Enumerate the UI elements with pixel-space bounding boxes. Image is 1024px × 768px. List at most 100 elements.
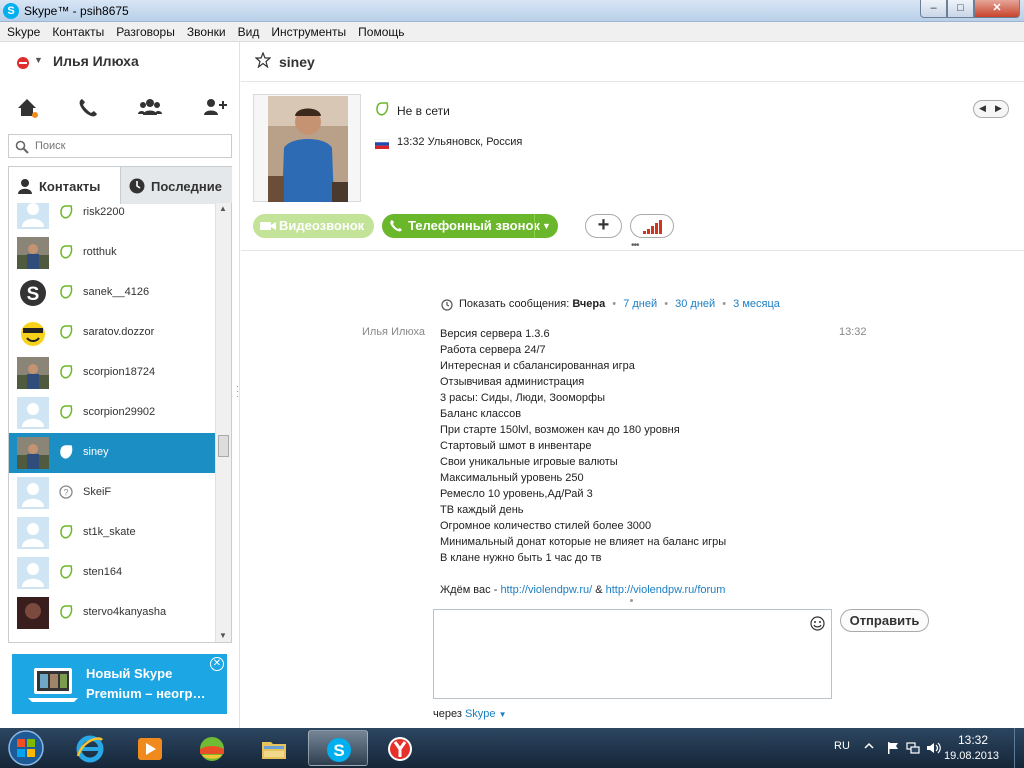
call-quality-button[interactable] [630, 214, 674, 238]
call-dropdown-icon[interactable]: ▼ [534, 214, 558, 238]
pane-splitter-handle[interactable]: · · · [236, 382, 239, 401]
taskbar-browser[interactable] [182, 730, 242, 766]
history-label: Показать сообщения: [459, 298, 570, 310]
contact-item-siney[interactable]: siney [9, 433, 215, 473]
scroll-thumb[interactable] [218, 435, 229, 457]
contact-avatar [17, 437, 49, 469]
close-button[interactable]: ✕ [974, 0, 1020, 18]
send-button[interactable]: Отправить [840, 609, 929, 632]
menu-tools[interactable]: Инструменты [264, 22, 351, 39]
ad-close-button[interactable]: ✕ [210, 657, 224, 671]
offline-status-icon [59, 525, 73, 539]
maximize-button[interactable]: □ [947, 0, 974, 18]
skype-taskbar-icon: S [327, 738, 351, 762]
premium-ad-banner[interactable]: Новый Skype Premium – неогр… ✕ [12, 654, 227, 714]
offline-status-icon [59, 565, 73, 579]
contact-item-sanek-4126[interactable]: Ssanek__4126 [9, 273, 215, 313]
contact-item-stervo4kanyasha[interactable]: stervo4kanyasha [9, 593, 215, 633]
taskbar-explorer[interactable] [244, 730, 304, 766]
menu-help[interactable]: Помощь [351, 22, 409, 39]
conversation-pane: siney Не в сети 13:32 Ульяновск, Россия … [241, 42, 1024, 728]
contact-name-label: risk2200 [83, 206, 125, 218]
contact-list-scrollbar[interactable]: ▲ ▼ [215, 203, 231, 642]
clock-date[interactable]: 19.08.2013 [944, 750, 999, 762]
search-box[interactable] [8, 134, 232, 158]
nav-icons [0, 94, 240, 124]
history-7-days-link[interactable]: 7 дней [623, 298, 657, 310]
contact-item-saratov-dozzor[interactable]: saratov.dozzor [9, 313, 215, 353]
tab-recent[interactable]: Последние [120, 167, 232, 204]
offline-status-icon [59, 245, 73, 259]
history-30-days-link[interactable]: 30 дней [675, 298, 715, 310]
ad-line-2: Premium – неогр… [86, 686, 206, 701]
menu-skype[interactable]: Skype [0, 22, 45, 39]
title-bar: S Skype™ - psih8675 – □ ✕ [0, 0, 1024, 22]
phone-call-button[interactable]: Телефонный звонок ▼ [382, 214, 558, 238]
call-icon[interactable] [74, 94, 102, 122]
next-arrow-icon[interactable]: ▶ [995, 103, 1002, 114]
group-icon[interactable] [136, 94, 164, 122]
contact-item-st1k-skate[interactable]: st1k_skate [9, 513, 215, 553]
footer-mid: & [592, 584, 606, 596]
video-call-button[interactable]: Видеозвонок [253, 214, 374, 238]
language-indicator[interactable]: RU [834, 740, 850, 752]
menu-view[interactable]: Вид [231, 22, 265, 39]
via-skype-link[interactable]: Skype [465, 708, 496, 720]
taskbar-skype[interactable]: S [308, 730, 368, 766]
folder-icon [262, 742, 286, 759]
scroll-down-icon[interactable]: ▼ [219, 631, 227, 640]
contact-photo[interactable] [253, 94, 361, 202]
message-body: Версия сервера 1.3.6 Работа сервера 24/7… [440, 326, 860, 598]
svg-text:S: S [27, 284, 40, 305]
search-input[interactable] [35, 138, 225, 154]
contact-item-skeif[interactable]: ? SkeiF [9, 473, 215, 513]
offline-status-icon [376, 102, 389, 116]
taskbar-yandex[interactable] [370, 730, 430, 766]
add-button[interactable]: + [585, 214, 622, 238]
minimize-button[interactable]: – [920, 0, 947, 18]
show-desktop-button[interactable] [1014, 728, 1024, 768]
menu-calls[interactable]: Звонки [180, 22, 231, 39]
contact-item-scorpion18724[interactable]: scorpion18724 [9, 353, 215, 393]
status-dropdown-icon[interactable]: ▼ [34, 55, 43, 65]
message-line: При старте 150lvl, возможен кач до 180 у… [440, 424, 680, 436]
footer-prefix: Ждём вас - [440, 584, 501, 596]
message-line: Отзывчивая администрация [440, 376, 585, 388]
favorite-star-icon[interactable] [255, 52, 271, 68]
forum-link[interactable]: http://violendpw.ru/forum [606, 584, 726, 596]
volume-icon[interactable] [926, 741, 942, 755]
tab-contacts[interactable]: Контакты [9, 167, 120, 204]
taskbar-ie[interactable] [60, 730, 120, 766]
contact-item-scorpion29902[interactable]: scorpion29902 [9, 393, 215, 433]
tab-recent-label: Последние [151, 179, 222, 194]
start-button-icon[interactable] [4, 729, 48, 767]
network-icon[interactable] [906, 741, 920, 755]
message-input[interactable] [433, 609, 832, 699]
ad-line-1: Новый Skype [86, 666, 173, 681]
contact-item-rotthuk[interactable]: rotthuk [9, 233, 215, 273]
contact-avatar [17, 517, 49, 549]
scroll-up-icon[interactable]: ▲ [219, 204, 227, 213]
send-via: через Skype ▼ [433, 708, 507, 720]
emoticon-icon[interactable] [810, 616, 825, 631]
offline-status-icon [59, 325, 73, 339]
person-icon [18, 179, 32, 194]
site-link[interactable]: http://violendpw.ru/ [500, 584, 592, 596]
menu-conversations[interactable]: Разговоры [109, 22, 180, 39]
action-center-flag-icon[interactable] [886, 741, 900, 755]
clock-time[interactable]: 13:32 [958, 733, 988, 747]
resize-handle[interactable] [630, 599, 633, 602]
home-icon[interactable] [14, 94, 42, 122]
contact-item-sten164[interactable]: sten164 [9, 553, 215, 593]
menu-contacts[interactable]: Контакты [45, 22, 109, 39]
contact-avatar [268, 96, 348, 202]
message-line: 3 расы: Сиды, Люди, Зооморфы [440, 392, 605, 404]
prev-arrow-icon[interactable]: ◀ [979, 103, 986, 114]
taskbar-media-player[interactable] [120, 730, 180, 766]
contact-item-risk2200[interactable]: risk2200 [9, 203, 215, 233]
add-contact-icon[interactable] [200, 94, 228, 122]
tray-expand-icon[interactable] [864, 741, 874, 751]
via-dropdown-icon[interactable]: ▼ [499, 710, 507, 719]
history-current: Вчера [572, 298, 606, 310]
history-3-months-link[interactable]: 3 месяца [733, 298, 780, 310]
